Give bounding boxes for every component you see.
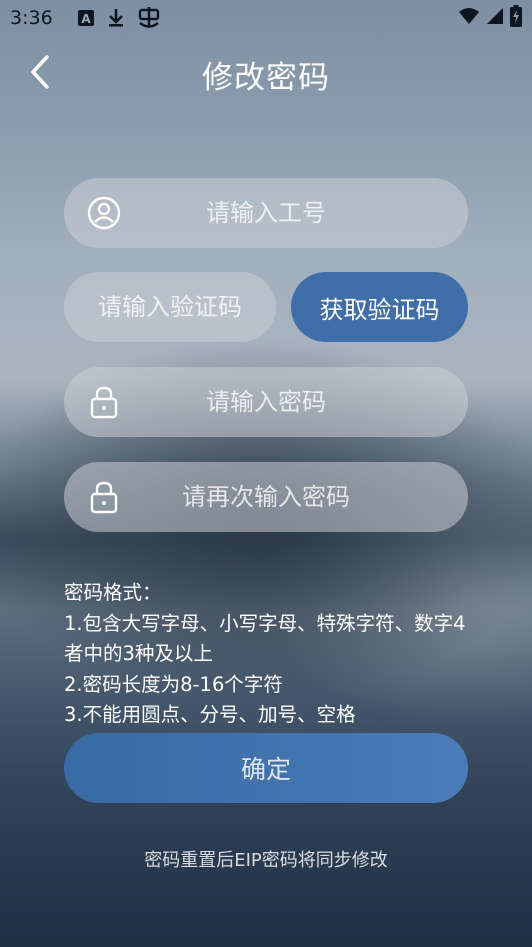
password-rules: 密码格式： 1.包含大写字母、小写字母、特殊字符、数字4者中的3种及以上 2.密… bbox=[64, 578, 474, 731]
employee-id-input[interactable] bbox=[64, 178, 468, 248]
confirm-password-field[interactable] bbox=[64, 462, 468, 532]
employee-id-field[interactable] bbox=[64, 178, 468, 248]
lock-icon bbox=[86, 479, 122, 515]
header: 修改密码 bbox=[0, 44, 532, 104]
confirm-password-input[interactable] bbox=[64, 462, 468, 532]
rule-item: 2.密码长度为8-16个字符 bbox=[64, 672, 283, 696]
confirm-button[interactable]: 确定 bbox=[64, 733, 468, 803]
password-field[interactable] bbox=[64, 367, 468, 437]
status-bar: 3:36 A bbox=[0, 0, 532, 36]
footer-note: 密码重置后EIP密码将同步修改 bbox=[144, 850, 388, 871]
battery-charging-icon bbox=[510, 5, 522, 31]
svg-text:A: A bbox=[81, 12, 91, 26]
password-input[interactable] bbox=[64, 367, 468, 437]
user-icon bbox=[86, 195, 122, 231]
lock-icon bbox=[86, 384, 122, 420]
rules-title: 密码格式： bbox=[64, 581, 162, 604]
page-title: 修改密码 bbox=[202, 60, 330, 96]
download-icon bbox=[107, 8, 125, 28]
verification-code-input[interactable] bbox=[64, 272, 276, 342]
rule-item: 3.不能用圆点、分号、加号、空格 bbox=[64, 703, 356, 726]
wifi-icon bbox=[458, 7, 480, 29]
bug-icon bbox=[137, 7, 161, 29]
rule-item: 1.包含大写字母、小写字母、特殊字符、数字4者中的3种及以上 bbox=[64, 611, 466, 666]
notification-a-icon: A bbox=[77, 9, 95, 27]
cellular-signal-icon bbox=[486, 7, 504, 29]
get-code-button[interactable]: 获取验证码 bbox=[291, 272, 468, 342]
status-right-icons bbox=[458, 5, 522, 31]
status-time: 3:36 bbox=[10, 7, 53, 29]
verification-code-field[interactable] bbox=[64, 272, 276, 342]
